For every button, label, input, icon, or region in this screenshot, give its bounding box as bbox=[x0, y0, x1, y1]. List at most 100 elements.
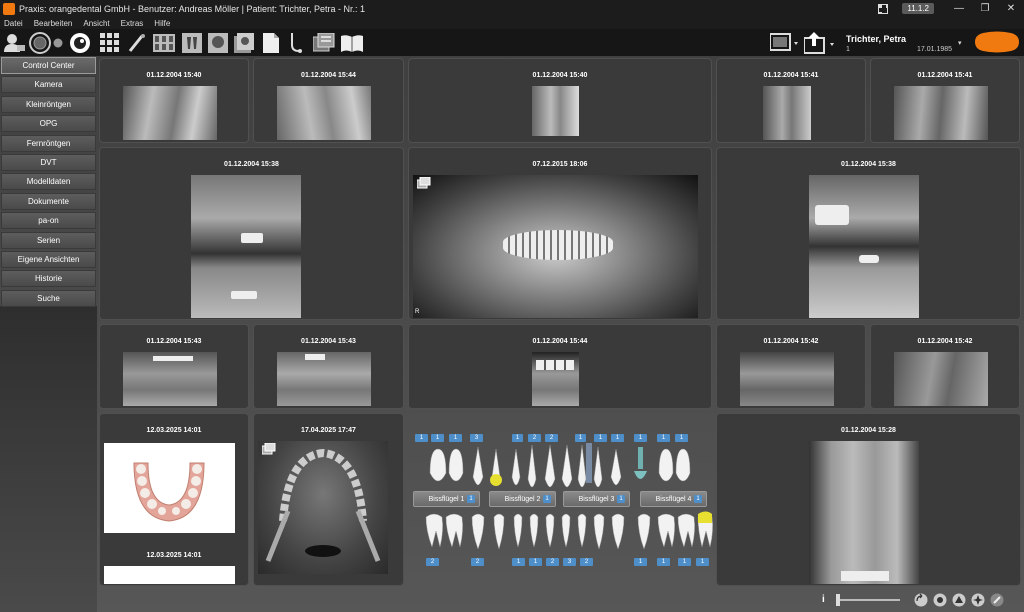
image-card[interactable]: 01.12.2004 15:41 bbox=[716, 58, 866, 143]
menu-extras[interactable]: Extras bbox=[117, 19, 151, 28]
xray-thumbnail[interactable] bbox=[277, 86, 371, 140]
tooth-count-badge[interactable]: 2 bbox=[546, 558, 559, 566]
xray-thumbnail[interactable] bbox=[763, 86, 811, 140]
image-card[interactable]: 01.12.2004 15:40 bbox=[99, 58, 249, 143]
xray-thumbnail[interactable] bbox=[123, 86, 217, 140]
user-icon[interactable] bbox=[2, 32, 26, 54]
sidebar-item-kleinroentgen[interactable]: Kleinröntgen bbox=[1, 95, 96, 113]
tooth-count-badge[interactable]: 2 bbox=[528, 434, 541, 442]
patient-name[interactable]: Trichter, Petra bbox=[846, 34, 906, 44]
panoramic-xray-image[interactable] bbox=[413, 175, 698, 318]
sidebar-item-fernroentgen[interactable]: Fernröntgen bbox=[1, 134, 96, 152]
bitewing-4-button[interactable]: Bissflügel 41 bbox=[640, 491, 707, 507]
tooth-count-badge[interactable]: 1 bbox=[657, 558, 670, 566]
zoom-slider-track[interactable] bbox=[840, 599, 900, 601]
tooth-count-badge[interactable]: 1 bbox=[634, 558, 647, 566]
xray-thumbnail[interactable] bbox=[191, 175, 301, 318]
sidebar-item-dvt[interactable]: DVT bbox=[1, 153, 96, 171]
dvt-icon[interactable] bbox=[232, 32, 256, 54]
upper-teeth-icons[interactable] bbox=[408, 443, 716, 491]
tooth-count-badge[interactable]: 2 bbox=[545, 434, 558, 442]
model-scan-thumbnail[interactable] bbox=[104, 443, 235, 533]
model-card[interactable]: 12.03.2025 14:01 12.03.2025 14:01 bbox=[99, 413, 249, 586]
xray-thumbnail[interactable] bbox=[532, 352, 579, 406]
image-card[interactable]: 01.12.2004 15:41 bbox=[870, 58, 1020, 143]
view-mode-1-icon[interactable] bbox=[933, 593, 947, 607]
tooth-count-badge[interactable]: 1 bbox=[575, 434, 586, 442]
sidebar-item-kamera[interactable]: Kamera bbox=[1, 76, 96, 94]
intraoral-camera-icon[interactable] bbox=[126, 32, 148, 54]
qr-code-icon[interactable] bbox=[878, 3, 889, 14]
maximize-button[interactable]: ❐ bbox=[972, 0, 998, 17]
tooth-count-badge[interactable]: 1 bbox=[512, 558, 525, 566]
sidebar-item-modelldaten[interactable]: Modelldaten bbox=[1, 173, 96, 191]
image-card[interactable]: 01.12.2004 15:44 bbox=[408, 324, 712, 409]
xray-thumbnail[interactable] bbox=[532, 86, 579, 136]
rotate-icon[interactable] bbox=[914, 593, 928, 607]
intraoral-xray-icon[interactable] bbox=[180, 32, 204, 54]
sidebar-item-opg[interactable]: OPG bbox=[1, 115, 96, 133]
probe-icon[interactable] bbox=[286, 32, 308, 54]
menu-hilfe[interactable]: Hilfe bbox=[150, 19, 177, 28]
lower-teeth-icons[interactable] bbox=[408, 509, 716, 555]
view-mode-2-icon[interactable] bbox=[952, 593, 966, 607]
xray-thumbnail[interactable] bbox=[894, 352, 988, 406]
view-mode-3-icon[interactable] bbox=[971, 593, 985, 607]
patient-dropdown-icon[interactable]: ▾ bbox=[958, 39, 962, 47]
tooth-count-badge[interactable]: 3 bbox=[470, 434, 483, 442]
xray-thumbnail[interactable] bbox=[123, 352, 217, 406]
image-card[interactable]: 01.12.2004 15:43 bbox=[253, 324, 404, 409]
sidebar-item-suche[interactable]: Suche bbox=[1, 289, 96, 307]
tooth-count-badge[interactable]: 1 bbox=[449, 434, 462, 442]
ceph-xray-icon[interactable] bbox=[206, 32, 230, 54]
tooth-count-badge[interactable]: 2 bbox=[426, 558, 439, 566]
tooth-count-badge[interactable]: 1 bbox=[415, 434, 428, 442]
minimize-button[interactable]: — bbox=[946, 0, 972, 17]
image-card[interactable]: 01.12.2004 15:28 bbox=[716, 413, 1021, 586]
menu-datei[interactable]: Datei bbox=[0, 19, 30, 28]
bitewing-2-button[interactable]: Bissflügel 21 bbox=[489, 491, 556, 507]
tooth-count-badge[interactable]: 1 bbox=[657, 434, 670, 442]
sidebar-item-serien[interactable]: Serien bbox=[1, 231, 96, 249]
image-card[interactable]: 01.12.2004 15:42 bbox=[716, 324, 866, 409]
camera-lens-icon[interactable] bbox=[28, 32, 52, 54]
tooth-count-badge[interactable]: 1 bbox=[594, 434, 607, 442]
document-icon[interactable] bbox=[260, 32, 282, 54]
image-card[interactable]: 01.12.2004 15:38 bbox=[716, 147, 1021, 320]
image-card[interactable]: 01.12.2004 15:40 bbox=[408, 58, 712, 143]
tooth-count-badge[interactable]: 1 bbox=[634, 434, 647, 442]
menu-ansicht[interactable]: Ansicht bbox=[79, 19, 116, 28]
close-button[interactable]: ✕ bbox=[998, 0, 1024, 17]
image-card[interactable]: 01.12.2004 15:38 bbox=[99, 147, 404, 320]
xray-thumbnail[interactable] bbox=[809, 175, 919, 318]
record-dot-icon[interactable] bbox=[52, 32, 64, 54]
info-icon[interactable]: i bbox=[822, 594, 825, 605]
tooth-count-badge[interactable]: 1 bbox=[431, 434, 444, 442]
xray-thumbnail[interactable] bbox=[740, 352, 834, 406]
dvt-card[interactable]: 17.04.2025 17:47 bbox=[253, 413, 404, 586]
model-scan-thumbnail[interactable] bbox=[104, 566, 235, 584]
sidebar-item-dokumente[interactable]: Dokumente bbox=[1, 192, 96, 210]
scanner-icon[interactable] bbox=[68, 32, 92, 54]
tooth-count-badge[interactable]: 1 bbox=[512, 434, 523, 442]
monitor-dropdown-icon[interactable] bbox=[770, 32, 800, 54]
menu-bearbeiten[interactable]: Bearbeiten bbox=[30, 19, 80, 28]
settings-icon[interactable] bbox=[990, 593, 1004, 607]
image-card[interactable]: 01.12.2004 15:42 bbox=[870, 324, 1020, 409]
tooth-count-badge[interactable]: 2 bbox=[471, 558, 484, 566]
opg-card[interactable]: 07.12.2015 18:06 R bbox=[408, 147, 712, 320]
xray-thumbnail[interactable] bbox=[809, 441, 919, 584]
tooth-count-badge[interactable]: 1 bbox=[675, 434, 688, 442]
tooth-count-badge[interactable]: 1 bbox=[678, 558, 691, 566]
grid-view-icon[interactable] bbox=[98, 32, 122, 54]
book-icon[interactable] bbox=[340, 32, 364, 54]
series-icon[interactable] bbox=[312, 32, 336, 54]
bitewing-1-button[interactable]: Bissflügel 11 bbox=[413, 491, 480, 507]
xray-series-icon[interactable] bbox=[152, 32, 176, 54]
tooth-count-badge[interactable]: 3 bbox=[563, 558, 576, 566]
sidebar-item-eigene-ansichten[interactable]: Eigene Ansichten bbox=[1, 250, 96, 268]
export-dropdown-icon[interactable] bbox=[804, 32, 836, 54]
tooth-count-badge[interactable]: 1 bbox=[696, 558, 709, 566]
image-card[interactable]: 01.12.2004 15:43 bbox=[99, 324, 249, 409]
bitewing-3-button[interactable]: Bissflügel 31 bbox=[563, 491, 630, 507]
